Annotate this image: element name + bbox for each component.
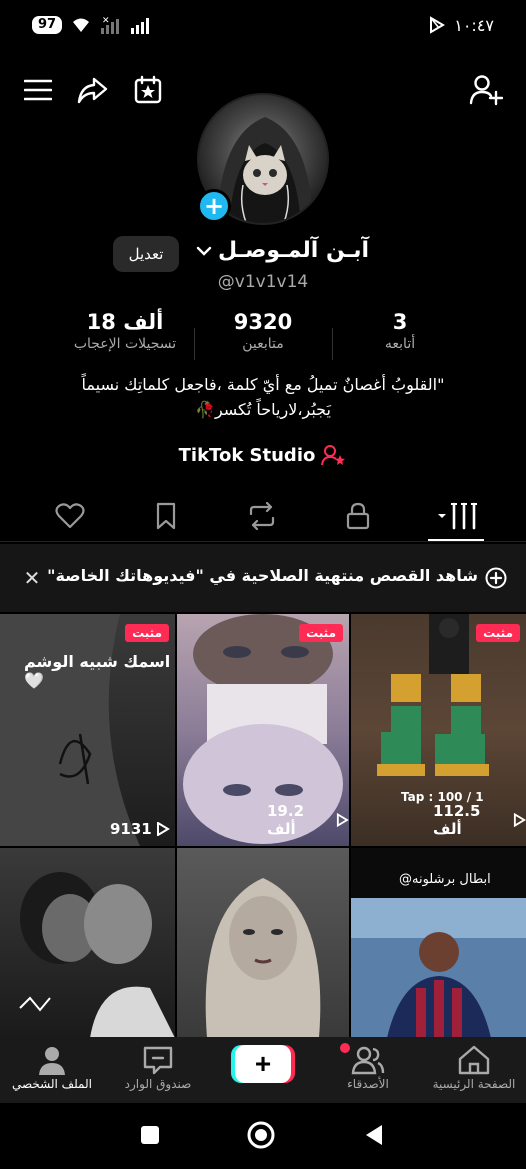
wifi-icon	[73, 18, 90, 32]
display-name[interactable]: آبـن آلمـوصـل	[196, 238, 369, 263]
status-right: ١٠:٤٧	[428, 16, 494, 35]
divider	[194, 328, 195, 360]
pinned-badge: مثبت	[299, 624, 343, 642]
notification-dot	[340, 1043, 350, 1053]
create-button[interactable]: +	[235, 1045, 291, 1083]
repost-icon	[249, 502, 275, 530]
menu-icon[interactable]	[20, 72, 56, 108]
bottom-nav: الصفحة الرئيسية الأصدقاء + صندوق الوارد …	[0, 1037, 526, 1103]
stat-followers-label: متابعين	[242, 336, 284, 352]
edit-profile-button[interactable]: تعديل	[113, 236, 179, 272]
view-count-text: 112.5 ألف	[433, 802, 481, 838]
active-tab-indicator	[428, 539, 484, 541]
tab-liked[interactable]	[40, 498, 100, 534]
view-count-text: 19.2 ألف	[267, 802, 305, 838]
status-left: 97 ✕	[32, 15, 152, 35]
pinned-badge: مثبت	[476, 624, 520, 642]
stats-row: 18 ألف تسجيلات الإعجاب 9320 متابعين 3 أت…	[0, 310, 526, 364]
profile-icon	[2, 1045, 102, 1075]
stat-likes[interactable]: 18 ألف تسجيلات الإعجاب	[58, 310, 192, 352]
stat-followers[interactable]: 9320 متابعين	[204, 310, 322, 352]
status-bar: 97 ✕ ١٠:٤٧	[0, 0, 526, 50]
banner-text: شاهد القصص منتهية الصلاحية في "فيديوهاتك…	[47, 566, 478, 585]
bio-line: يَجبُر،لارياحاً تُكسر🥀	[195, 400, 331, 419]
view-count: 9131	[110, 820, 170, 838]
tab-videos[interactable]	[426, 498, 486, 534]
nav-inbox[interactable]: صندوق الوارد	[108, 1045, 208, 1091]
profile-avatar-wrapper[interactable]: +	[197, 93, 329, 225]
lock-icon	[346, 502, 370, 530]
tab-favorites[interactable]	[136, 498, 196, 534]
video-tile[interactable]: اسمك شبيه الوشم🤍 مثبت 9131	[0, 614, 175, 846]
tiktok-studio-link[interactable]: TikTok Studio	[0, 444, 526, 466]
close-icon[interactable]: ✕	[20, 566, 44, 590]
bio-line: "القلوبُ أغصانٌ تميلُ مع أيّ كلمة ،فاجعل…	[81, 375, 445, 394]
home-circle-icon[interactable]	[247, 1121, 275, 1149]
home-icon	[424, 1045, 524, 1075]
stat-following[interactable]: 3 أتابعه	[350, 310, 450, 352]
clock: ١٠:٤٧	[454, 15, 494, 35]
video-tile[interactable]: Tap : 100 / 1 مثبت 112.5 ألف	[351, 614, 526, 846]
video-thumbnail	[205, 878, 321, 1038]
stat-followers-value: 9320	[233, 310, 293, 334]
videos-grid-icon	[438, 502, 477, 530]
display-name-text: آبـن آلمـوصـل	[218, 238, 370, 263]
nav-friends-label: الأصدقاء	[347, 1077, 389, 1091]
chevron-down-icon	[196, 246, 212, 256]
stat-likes-value: 18 ألف	[86, 310, 164, 334]
friends-icon	[318, 1045, 418, 1075]
username: @v1v1v14	[217, 272, 309, 292]
video-thumbnail	[19, 872, 175, 1038]
view-count: 19.2 ألف	[267, 802, 349, 838]
signal-icon	[131, 18, 150, 34]
story-plus-icon	[485, 567, 507, 589]
play-icon	[337, 813, 349, 827]
inbox-icon	[108, 1045, 208, 1075]
content-tabs	[0, 494, 526, 542]
view-count-text: 9131	[110, 820, 152, 838]
nav-home-label: الصفحة الرئيسية	[432, 1077, 516, 1091]
svg-text:✕: ✕	[102, 16, 110, 26]
divider	[332, 328, 333, 360]
video-overlay-text: اسمك شبيه الوشم🤍	[24, 652, 171, 690]
tab-reposts[interactable]	[232, 498, 292, 534]
expired-stories-banner[interactable]: ✕ شاهد القصص منتهية الصلاحية في "فيديوها…	[0, 544, 526, 612]
name-row: تعديل آبـن آلمـوصـل	[0, 236, 526, 276]
system-nav-bar	[0, 1103, 526, 1169]
view-count: 112.5 ألف	[433, 802, 526, 838]
recent-apps-icon[interactable]	[140, 1125, 160, 1145]
share-icon[interactable]	[74, 72, 110, 108]
battery-indicator: 97	[32, 16, 63, 34]
nav-friends[interactable]: الأصدقاء	[318, 1045, 418, 1091]
play-store-icon	[430, 16, 446, 34]
bookmark-icon	[156, 502, 176, 530]
add-friend-icon[interactable]	[468, 72, 504, 108]
heart-icon	[55, 503, 85, 529]
video-thumbnail	[0, 614, 140, 846]
nav-profile-label: الملف الشخصي	[12, 1077, 92, 1091]
creator-star-icon	[321, 445, 346, 466]
video-tile[interactable]: مثبت 19.2 ألف	[177, 614, 349, 846]
video-tile[interactable]	[0, 848, 175, 1038]
video-overlay-text: @ابطال برشلونه	[399, 872, 491, 887]
pinned-badge: مثبت	[125, 624, 169, 642]
video-tile[interactable]: @ابطال برشلونه	[351, 848, 526, 1038]
no-signal-icon: ✕	[101, 16, 120, 34]
calendar-star-icon[interactable]	[130, 72, 166, 108]
play-icon	[156, 822, 170, 836]
play-icon	[513, 813, 526, 827]
studio-label: TikTok Studio	[178, 444, 316, 466]
video-tile[interactable]	[177, 848, 349, 1038]
back-icon[interactable]	[364, 1123, 384, 1147]
tab-private[interactable]	[328, 498, 388, 534]
stat-following-label: أتابعه	[384, 336, 416, 352]
add-photo-button[interactable]: +	[197, 189, 231, 223]
nav-inbox-label: صندوق الوارد	[124, 1077, 192, 1091]
nav-home[interactable]: الصفحة الرئيسية	[424, 1045, 524, 1091]
stat-likes-label: تسجيلات الإعجاب	[73, 336, 177, 352]
bio: "القلوبُ أغصانٌ تميلُ مع أيّ كلمة ،فاجعل…	[40, 372, 486, 422]
stat-following-value: 3	[392, 310, 408, 334]
nav-profile[interactable]: الملف الشخصي	[2, 1045, 102, 1091]
